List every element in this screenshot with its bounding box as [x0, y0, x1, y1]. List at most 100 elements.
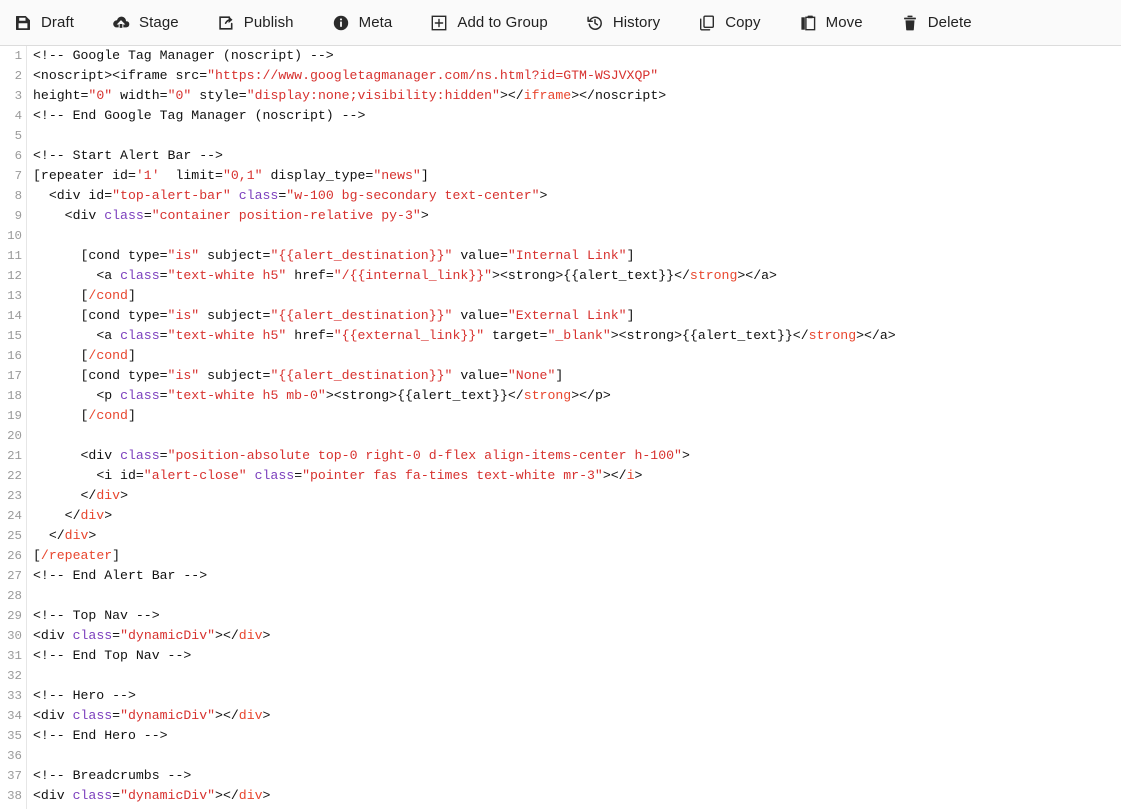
toolbar-item-delete[interactable]: Delete	[901, 0, 982, 46]
code-line-content[interactable]: <a class="text-white h5" href="/{{intern…	[27, 266, 1121, 286]
code-token-cmt: <!-- End Alert Bar -->	[33, 568, 208, 583]
code-line-content[interactable]: [cond type="is" subject="{{alert_destina…	[27, 366, 1121, 386]
code-line-content[interactable]: <div class="container position-relative …	[27, 206, 1121, 226]
toolbar-item-stage[interactable]: Stage	[112, 0, 189, 46]
code-line[interactable]: 1 <!-- Google Tag Manager (noscript) -->	[0, 46, 1121, 66]
code-line[interactable]: 10	[0, 226, 1121, 246]
code-lines[interactable]: 1 <!-- Google Tag Manager (noscript) --> 2…	[0, 46, 1121, 806]
toolbar-item-add-to-group[interactable]: Add to Group	[430, 0, 557, 46]
code-line[interactable]: 7 [repeater id='1' limit="0,1" display_ty…	[0, 166, 1121, 186]
code-line[interactable]: 11 [cond type="is" subject="{{alert_dest…	[0, 246, 1121, 266]
code-line-content[interactable]: </div>	[27, 506, 1121, 526]
code-line[interactable]: 29 <!-- Top Nav -->	[0, 606, 1121, 626]
code-line-content[interactable]: </div>	[27, 486, 1121, 506]
code-line-content[interactable]	[27, 126, 1121, 146]
code-line[interactable]: 34 <div class="dynamicDiv"></div>	[0, 706, 1121, 726]
code-line-content[interactable]: <noscript><iframe src="https://www.googl…	[27, 66, 1121, 86]
toolbar-item-history[interactable]: History	[586, 0, 670, 46]
code-line-content[interactable]	[27, 586, 1121, 606]
toolbar-item-copy[interactable]: Copy	[698, 0, 770, 46]
code-line[interactable]: 9 <div class="container position-relativ…	[0, 206, 1121, 226]
toolbar-item-publish[interactable]: Publish	[217, 0, 304, 46]
code-line-content[interactable]: <div class="position-absolute top-0 righ…	[27, 446, 1121, 466]
code-line[interactable]: 20	[0, 426, 1121, 446]
code-line[interactable]: 21 <div class="position-absolute top-0 r…	[0, 446, 1121, 466]
code-line-content[interactable]: <!-- Start Alert Bar -->	[27, 146, 1121, 166]
code-editor[interactable]: 1 <!-- Google Tag Manager (noscript) --> 2…	[0, 46, 1121, 809]
toolbar-item-move[interactable]: Move	[799, 0, 873, 46]
code-line[interactable]: 15 <a class="text-white h5" href="{{exte…	[0, 326, 1121, 346]
code-line[interactable]: 8 <div id="top-alert-bar" class="w-100 b…	[0, 186, 1121, 206]
code-line[interactable]: 5	[0, 126, 1121, 146]
code-line[interactable]: 12 <a class="text-white h5" href="/{{int…	[0, 266, 1121, 286]
code-line[interactable]: 19 [/cond]	[0, 406, 1121, 426]
code-line[interactable]: 26 [/repeater]	[0, 546, 1121, 566]
code-line[interactable]: 17 [cond type="is" subject="{{alert_dest…	[0, 366, 1121, 386]
line-number: 32	[7, 669, 22, 683]
code-line[interactable]: 27 <!-- End Alert Bar -->	[0, 566, 1121, 586]
code-line-content[interactable]: <!-- End Alert Bar -->	[27, 566, 1121, 586]
code-token-attr: class	[120, 268, 160, 283]
toolbar-item-draft[interactable]: Draft	[14, 0, 84, 46]
code-line-content[interactable]: <div class="dynamicDiv"></div>	[27, 706, 1121, 726]
code-line[interactable]: 14 [cond type="is" subject="{{alert_dest…	[0, 306, 1121, 326]
code-line-content[interactable]: [/cond]	[27, 286, 1121, 306]
code-line[interactable]: 30 <div class="dynamicDiv"></div>	[0, 626, 1121, 646]
code-line-content[interactable]: <p class="text-white h5 mb-0"><strong>{{…	[27, 386, 1121, 406]
code-line-content[interactable]: <!-- End Top Nav -->	[27, 646, 1121, 666]
code-line[interactable]: 37 <!-- Breadcrumbs -->	[0, 766, 1121, 786]
code-line-content[interactable]: <i id="alert-close" class="pointer fas f…	[27, 466, 1121, 486]
code-line[interactable]: 2 <noscript><iframe src="https://www.goog…	[0, 66, 1121, 86]
line-number: 10	[7, 229, 22, 243]
code-line-content[interactable]: [/cond]	[27, 346, 1121, 366]
code-line-content[interactable]: <a class="text-white h5" href="{{externa…	[27, 326, 1121, 346]
code-line[interactable]: 16 [/cond]	[0, 346, 1121, 366]
code-line-content[interactable]: height="0" width="0" style="display:none…	[27, 86, 1121, 106]
code-line-content[interactable]	[27, 226, 1121, 246]
code-line-content[interactable]: <!-- Hero -->	[27, 686, 1121, 706]
toolbar-item-meta[interactable]: Meta	[332, 0, 403, 46]
line-number: 26	[7, 549, 22, 563]
code-line-content[interactable]: <!-- Top Nav -->	[27, 606, 1121, 626]
code-line[interactable]: 33 <!-- Hero -->	[0, 686, 1121, 706]
code-line-content[interactable]: <!-- End Hero -->	[27, 726, 1121, 746]
code-line[interactable]: 22 <i id="alert-close" class="pointer fa…	[0, 466, 1121, 486]
code-line[interactable]: 32	[0, 666, 1121, 686]
code-line[interactable]: 36	[0, 746, 1121, 766]
code-line[interactable]: 25 </div>	[0, 526, 1121, 546]
code-line[interactable]: 24 </div>	[0, 506, 1121, 526]
code-line-content[interactable]: <div class="dynamicDiv"></div>	[27, 626, 1121, 646]
code-line-content[interactable]	[27, 426, 1121, 446]
code-line-content[interactable]	[27, 746, 1121, 766]
code-line-content[interactable]: <div class="dynamicDiv"></div>	[27, 786, 1121, 806]
line-number: 8	[14, 189, 22, 203]
plus-square-icon	[430, 14, 448, 32]
code-line-content[interactable]: <!-- Google Tag Manager (noscript) -->	[27, 46, 1121, 66]
line-number: 13	[7, 289, 22, 303]
code-line-content[interactable]: <div id="top-alert-bar" class="w-100 bg-…	[27, 186, 1121, 206]
code-line-content[interactable]: [/repeater]	[27, 546, 1121, 566]
trash-icon	[901, 14, 919, 32]
code-line-content[interactable]: [/cond]	[27, 406, 1121, 426]
code-line[interactable]: 38 <div class="dynamicDiv"></div>	[0, 786, 1121, 806]
code-line-content[interactable]: [cond type="is" subject="{{alert_destina…	[27, 246, 1121, 266]
code-line[interactable]: 35 <!-- End Hero -->	[0, 726, 1121, 746]
code-token-tag: <a	[96, 328, 121, 343]
code-token-str: "position-absolute top-0 right-0 d-flex …	[167, 448, 682, 463]
code-line[interactable]: 4 <!-- End Google Tag Manager (noscript) …	[0, 106, 1121, 126]
code-line[interactable]: 28	[0, 586, 1121, 606]
code-line-content[interactable]: </div>	[27, 526, 1121, 546]
code-line-content[interactable]: <!-- Breadcrumbs -->	[27, 766, 1121, 786]
code-line-content[interactable]: [repeater id='1' limit="0,1" display_typ…	[27, 166, 1121, 186]
code-line-content[interactable]	[27, 666, 1121, 686]
code-line-content[interactable]: [cond type="is" subject="{{alert_destina…	[27, 306, 1121, 326]
code-line[interactable]: 13 [/cond]	[0, 286, 1121, 306]
code-line[interactable]: 3 height="0" width="0" style="display:non…	[0, 86, 1121, 106]
code-line[interactable]: 31 <!-- End Top Nav -->	[0, 646, 1121, 666]
code-token-ctag: /cond	[88, 348, 128, 363]
code-line[interactable]: 6 <!-- Start Alert Bar -->	[0, 146, 1121, 166]
code-line-content[interactable]: <!-- End Google Tag Manager (noscript) -…	[27, 106, 1121, 126]
code-line[interactable]: 18 <p class="text-white h5 mb-0"><strong…	[0, 386, 1121, 406]
code-line[interactable]: 23 </div>	[0, 486, 1121, 506]
